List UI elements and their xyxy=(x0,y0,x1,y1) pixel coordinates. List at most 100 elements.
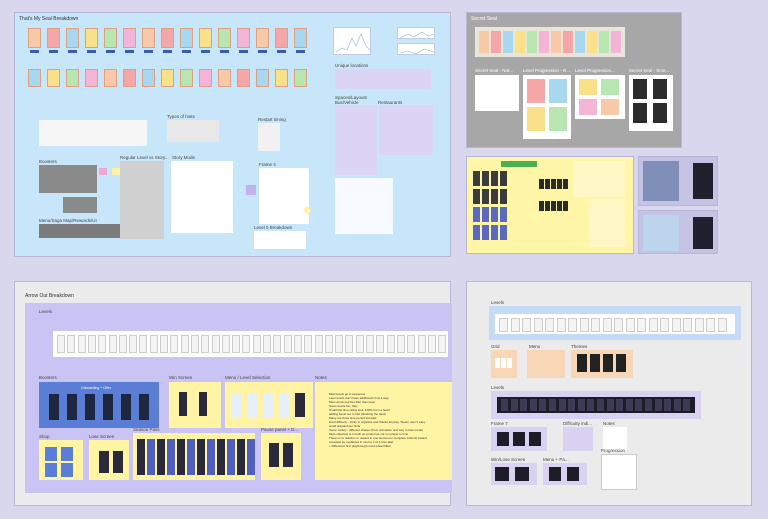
boosters-group-2[interactable] xyxy=(63,197,97,213)
screen-thumb[interactable] xyxy=(606,399,614,411)
data-table-card[interactable] xyxy=(335,178,393,234)
screen-thumb[interactable] xyxy=(104,28,117,48)
right-levels-frame[interactable]: Levels Grid Menu Themes Levels Frame 7 D… xyxy=(466,281,752,506)
screen-thumb[interactable] xyxy=(491,189,498,204)
seal-breakdown-frame[interactable]: That's My Seal Breakdown Unique location… xyxy=(14,12,451,257)
win-screen-thumb[interactable] xyxy=(199,392,207,416)
screen-thumb[interactable] xyxy=(683,318,692,332)
win-screen-card[interactable] xyxy=(169,382,221,428)
screen-thumb[interactable] xyxy=(533,318,543,332)
screen-thumb[interactable] xyxy=(513,432,525,446)
screen-thumb[interactable] xyxy=(616,354,626,372)
screen-thumb[interactable] xyxy=(654,399,662,411)
screen-thumb[interactable] xyxy=(567,467,579,481)
unique-locations-group[interactable] xyxy=(335,69,431,89)
screen-thumb[interactable] xyxy=(237,439,245,475)
level-thumb[interactable] xyxy=(304,335,313,353)
pause-card[interactable] xyxy=(261,433,301,480)
screen-thumb[interactable] xyxy=(587,31,597,53)
screen-thumb[interactable] xyxy=(495,467,509,481)
level-thumb[interactable] xyxy=(345,335,354,353)
level-thumb[interactable] xyxy=(376,335,385,353)
screen-thumb[interactable] xyxy=(549,79,567,103)
screen-thumb[interactable] xyxy=(30,50,39,53)
screen-thumb[interactable] xyxy=(611,31,621,53)
screen-thumb[interactable] xyxy=(87,50,96,53)
screen-thumb[interactable] xyxy=(637,318,646,332)
screen-thumb[interactable] xyxy=(237,69,250,87)
booster-screen-thumb[interactable] xyxy=(103,394,113,420)
spreadsheet-card[interactable] xyxy=(39,120,147,146)
level-thumb[interactable] xyxy=(211,335,220,353)
screen-thumb[interactable] xyxy=(269,443,279,467)
screen-thumb[interactable] xyxy=(237,28,250,48)
screen-thumb[interactable] xyxy=(551,201,556,211)
booster-screen-thumb[interactable] xyxy=(49,394,59,420)
screen-thumb[interactable] xyxy=(625,399,633,411)
screen-thumb[interactable] xyxy=(591,318,600,332)
screen-thumb[interactable] xyxy=(283,443,293,467)
screen-thumb[interactable] xyxy=(568,318,577,332)
level-thumb[interactable] xyxy=(201,335,210,353)
screen-thumb[interactable] xyxy=(123,28,136,48)
screen-thumb[interactable] xyxy=(491,31,501,53)
screen-thumb[interactable] xyxy=(507,358,512,368)
screen-thumb[interactable] xyxy=(197,439,205,475)
screen-thumb[interactable] xyxy=(263,393,273,417)
screen-thumb[interactable] xyxy=(258,50,267,53)
screen-thumb[interactable] xyxy=(501,358,506,368)
screen-thumb[interactable] xyxy=(66,28,79,48)
screen-thumb[interactable] xyxy=(545,318,554,332)
level-thumb[interactable] xyxy=(283,335,292,353)
boosters-group[interactable] xyxy=(39,165,97,193)
screen-thumb[interactable] xyxy=(473,189,480,204)
screen-thumb[interactable] xyxy=(113,451,123,473)
screen-thumb[interactable] xyxy=(568,399,576,411)
screen-thumb[interactable] xyxy=(473,171,480,186)
screen-thumb[interactable] xyxy=(144,50,153,53)
screen-thumb[interactable] xyxy=(220,50,229,53)
level-thumb[interactable] xyxy=(242,335,251,353)
chart-card-2[interactable] xyxy=(397,27,435,39)
screen-thumb[interactable] xyxy=(579,318,589,332)
level-thumb[interactable] xyxy=(77,335,86,353)
restart-card[interactable] xyxy=(258,123,280,151)
screen-thumb[interactable] xyxy=(653,103,667,123)
screen-thumb[interactable] xyxy=(482,171,489,186)
screen-thumb[interactable] xyxy=(161,69,174,87)
screen-thumb[interactable] xyxy=(717,318,727,332)
chart-card[interactable] xyxy=(333,27,371,55)
extra-thumbs[interactable] xyxy=(651,356,741,372)
side-panel-card[interactable] xyxy=(643,161,679,201)
level-thumb[interactable] xyxy=(427,335,436,353)
level-thumb[interactable] xyxy=(263,335,271,353)
screen-thumb[interactable] xyxy=(49,50,58,53)
screen-thumb[interactable] xyxy=(187,439,195,475)
side-panel-card-2[interactable] xyxy=(693,163,713,199)
screen-thumb[interactable] xyxy=(563,201,568,211)
screen-thumb[interactable] xyxy=(294,28,307,48)
yellow-circle-sticky[interactable] xyxy=(304,207,311,214)
frame-4-card[interactable] xyxy=(259,168,309,224)
screen-thumb[interactable] xyxy=(664,399,672,411)
screen-thumb[interactable] xyxy=(539,179,544,189)
screen-thumb[interactable] xyxy=(61,447,73,461)
secret-notes-card[interactable] xyxy=(475,75,519,111)
story-mode-card[interactable] xyxy=(171,161,233,233)
level-thumb[interactable] xyxy=(438,335,447,353)
level-thumb[interactable] xyxy=(355,335,364,353)
hints-card[interactable] xyxy=(167,120,219,142)
level-thumb[interactable] xyxy=(129,335,138,353)
screen-thumb[interactable] xyxy=(577,354,587,372)
screen-thumb[interactable] xyxy=(147,439,155,475)
screen-thumb[interactable] xyxy=(694,318,704,332)
screen-thumb[interactable] xyxy=(491,171,498,186)
level-thumb[interactable] xyxy=(293,335,302,353)
screen-thumb[interactable] xyxy=(256,28,269,48)
side-panel-card[interactable] xyxy=(643,215,679,251)
screen-thumb[interactable] xyxy=(503,31,513,53)
side-panel-bottom[interactable] xyxy=(638,210,718,254)
level-thumb[interactable] xyxy=(118,335,127,353)
screen-thumb[interactable] xyxy=(549,467,561,481)
screen-thumb[interactable] xyxy=(473,225,480,240)
